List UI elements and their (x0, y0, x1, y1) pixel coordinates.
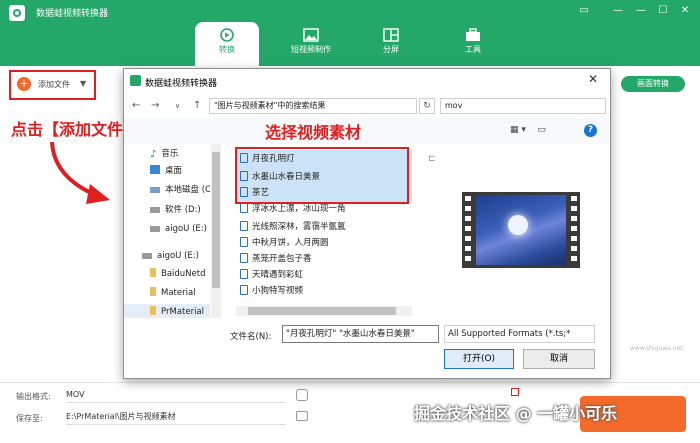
navigation-pane: ♪ 音乐 桌面 本地磁盘 (C 软件 (D:) aigoU (E:) aigoU … (124, 144, 210, 318)
maximize-button[interactable]: ☐ (656, 4, 670, 18)
tab-label: 转换 (219, 45, 235, 54)
split-screen-icon (383, 28, 399, 42)
nav-item-baidunetdisk[interactable]: BaiduNetd (124, 266, 210, 283)
merge-checkbox[interactable] (511, 388, 519, 396)
moon-image (508, 215, 528, 235)
app-logo-icon (9, 5, 25, 21)
watermark: 掘金技术社区 @ 一罐小可乐 (414, 404, 618, 423)
chevron-down-icon[interactable]: ∨ (175, 102, 180, 110)
selection-highlight (235, 147, 409, 204)
close-icon[interactable]: ✕ (588, 72, 598, 86)
curved-arrow-icon (50, 141, 110, 204)
app-logo-icon (130, 75, 141, 86)
tab-convert[interactable]: 转换 (195, 22, 259, 66)
forward-button[interactable]: → (151, 100, 159, 111)
dialog-title: 数据蛙视频转换器 (145, 79, 218, 89)
nav-item-desktop[interactable]: 桌面 (124, 163, 210, 180)
help-icon[interactable]: ? (584, 124, 597, 137)
desktop-icon (150, 165, 160, 174)
nav-item-music[interactable]: ♪ 音乐 (124, 146, 210, 163)
menu-icon[interactable]: — (611, 4, 625, 18)
tab-label: 短视频制作 (291, 45, 331, 54)
minimize-button[interactable]: — (634, 4, 648, 18)
folder-icon[interactable] (296, 411, 308, 421)
convert-all-button[interactable]: 画面转换 (621, 76, 685, 92)
video-file-icon (240, 203, 248, 213)
open-button[interactable]: 打开(O) (444, 349, 514, 369)
convert-icon (220, 28, 234, 42)
folder-icon (150, 268, 156, 277)
nav-scrollbar-thumb[interactable] (212, 152, 220, 288)
nav-item-aigou-e[interactable]: aigoU (E:) (124, 221, 210, 238)
save-path-select[interactable]: E:\PrMaterial\图片与视频素材 (66, 409, 286, 425)
folder-icon (150, 287, 156, 296)
tab-label: 工具 (465, 45, 481, 54)
tab-short-video[interactable]: 短视频制作 (279, 22, 343, 66)
tab-split-screen[interactable]: 分屏 (359, 22, 423, 66)
nav-item-aigou-e-root[interactable]: aigoU (E:) (124, 248, 210, 265)
toolbox-icon (466, 28, 480, 41)
video-file-icon (240, 221, 248, 231)
tab-label: 分屏 (383, 45, 399, 54)
image-icon (303, 28, 319, 42)
video-file-icon (240, 285, 248, 295)
preview-pane-icon: ⊏ (428, 154, 436, 164)
cancel-button[interactable]: 取消 (523, 349, 595, 369)
filename-label: 文件名(N): (230, 332, 272, 342)
horizontal-scrollbar-thumb[interactable] (248, 307, 396, 315)
save-to-label: 保存至: (16, 414, 43, 423)
view-options-icon[interactable]: ▦ ▾ ▭ (510, 125, 546, 135)
drive-icon (150, 207, 160, 213)
video-file-icon (240, 237, 248, 247)
video-file-icon (240, 269, 248, 279)
up-button[interactable]: ↑ (193, 100, 201, 111)
app-title: 数据蛙视频转换器 (36, 9, 109, 19)
filename-input[interactable]: "月夜孔明灯" "水墨山水春日美景" (282, 325, 439, 343)
format-settings-icon[interactable] (296, 389, 308, 401)
music-icon: ♪ (150, 149, 157, 160)
output-format-select[interactable]: MOV (66, 387, 286, 403)
output-format-label: 输出格式: (16, 392, 51, 401)
drive-icon (150, 187, 160, 193)
usb-drive-icon (150, 226, 160, 232)
refresh-icon[interactable]: ↻ (419, 98, 435, 114)
close-button[interactable]: ✕ (678, 4, 692, 18)
filetype-select[interactable]: All Supported Formats (*.ts;* (444, 325, 595, 343)
nav-item-drive-c[interactable]: 本地磁盘 (C (124, 182, 210, 199)
folder-icon (150, 306, 156, 315)
feedback-icon[interactable]: ▭ (577, 4, 591, 18)
video-file-icon (240, 253, 248, 263)
nav-item-drive-d[interactable]: 软件 (D:) (124, 202, 210, 219)
address-bar[interactable]: "图片与视频素材"中的搜索结果 (209, 98, 417, 114)
tab-tools[interactable]: 工具 (441, 22, 505, 66)
back-button[interactable]: ← (132, 100, 140, 111)
annotation-select-material: 选择视频素材 (265, 123, 362, 142)
site-watermark: www.shujuwa.net (630, 345, 683, 352)
search-input[interactable]: mov (440, 98, 606, 114)
annotation-click-add: 点击【添加文件】 (11, 120, 140, 139)
nav-item-prmaterial[interactable]: PrMaterial (124, 304, 210, 318)
add-file-button[interactable]: 添加文件 (38, 79, 70, 90)
usb-drive-icon (142, 253, 152, 259)
chevron-down-icon[interactable]: ▼ (80, 79, 86, 88)
add-icon[interactable]: + (17, 77, 31, 91)
list-item[interactable]: 小狗特写视频 (236, 282, 412, 300)
nav-item-material[interactable]: Material (124, 285, 210, 302)
